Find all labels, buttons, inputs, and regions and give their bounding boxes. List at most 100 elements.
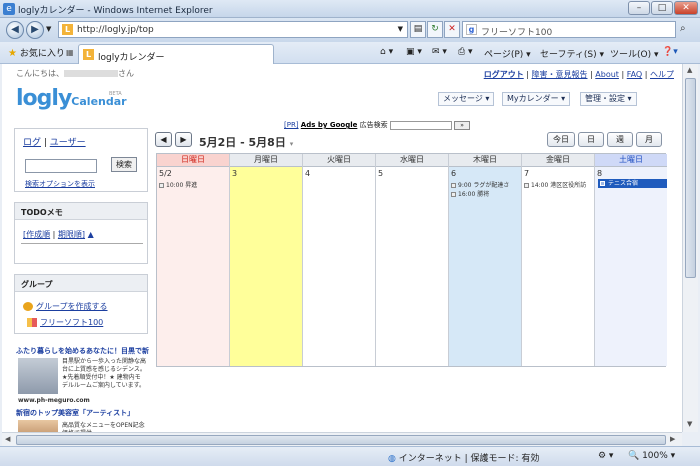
ads-by-google-link[interactable]: Ads by Google: [301, 121, 358, 129]
logly-logo[interactable]: loglyCalendar BETA: [16, 86, 127, 111]
page-icon: L: [62, 24, 73, 35]
event[interactable]: 16:00 勝将: [451, 189, 489, 198]
day-column-saturday[interactable]: 土曜日 8 テニス合宿: [595, 154, 667, 366]
day-number: 4: [305, 169, 311, 178]
ad-search-button[interactable]: »: [454, 120, 471, 130]
event-icon: [524, 183, 529, 188]
help-icon[interactable]: ❓▾: [662, 47, 678, 57]
expand-triangle-icon[interactable]: ▲: [88, 230, 94, 239]
page-menu[interactable]: ページ(P) ▾: [484, 47, 531, 60]
tab-label: loglyカレンダー: [98, 53, 165, 63]
event-icon: [600, 181, 605, 186]
event[interactable]: 14:00 港区区役所訪: [524, 180, 586, 189]
tabs-grid-icon[interactable]: ▦: [66, 48, 74, 57]
forward-arrow-icon[interactable]: ▶: [26, 21, 44, 39]
log-link[interactable]: ログ: [23, 138, 41, 148]
stop-icon[interactable]: ✕: [444, 21, 460, 38]
zoom-control[interactable]: 🔍 100% ▾: [628, 451, 675, 461]
event[interactable]: 9:00 ラグが配達さ: [451, 180, 509, 189]
search-field[interactable]: g フリーソフト100: [462, 21, 676, 38]
ad-search-input[interactable]: [389, 120, 452, 130]
greeting: こんにちは、 さん: [16, 69, 134, 78]
group-item-link[interactable]: フリーソフト100: [40, 318, 103, 327]
compat-view-icon[interactable]: ▤: [410, 21, 426, 38]
day-number: 3: [232, 169, 238, 178]
report-link[interactable]: 障害・意見報告: [532, 70, 588, 79]
tools-menu[interactable]: ツール(O) ▾: [610, 47, 659, 60]
scroll-up-icon[interactable]: ▲: [687, 66, 692, 74]
ad-title-1[interactable]: ふたり暮らしを始めるあなたに！目黒で新: [16, 346, 149, 356]
settings-gear-icon[interactable]: ⚙ ▾: [598, 451, 613, 461]
event-icon: [451, 183, 456, 188]
minimize-button[interactable]: –: [628, 1, 650, 15]
sort-deadline-link[interactable]: 期限順]: [58, 230, 85, 239]
create-group-link[interactable]: グループを作成する: [36, 302, 108, 311]
sort-created-link[interactable]: [作成順: [23, 230, 50, 239]
view-week-button[interactable]: 週: [607, 132, 633, 147]
help-link[interactable]: ヘルプ: [650, 70, 674, 79]
view-today-button[interactable]: 今日: [547, 132, 575, 147]
next-week-button[interactable]: ▶: [175, 132, 192, 147]
ad-title-2[interactable]: 新宿のトップ美容室「アーティスト」: [16, 408, 134, 418]
todo-panel: TODOメモ [作成順 | 期限順] ▲: [14, 202, 148, 264]
maximize-button[interactable]: □: [651, 1, 673, 15]
ad-url-1[interactable]: www.ph-meguro.com: [18, 397, 90, 404]
day-column-monday[interactable]: 月曜日 3: [230, 154, 303, 366]
my-calendar-menu[interactable]: Myカレンダー ▾: [502, 92, 571, 106]
scroll-left-icon[interactable]: ◀: [5, 435, 10, 443]
day-column-sunday[interactable]: 日曜日 5/2 10:00 昇進: [157, 154, 230, 366]
search-icon[interactable]: ⌕: [680, 23, 686, 34]
safety-menu[interactable]: セーフティ(S) ▾: [540, 47, 604, 60]
top-links: ログアウト | 障害・意見報告 | About | FAQ | ヘルプ: [483, 70, 674, 79]
group-icon: [27, 318, 37, 327]
scroll-right-icon[interactable]: ▶: [670, 435, 675, 443]
pr-link[interactable]: [PR]: [284, 121, 299, 129]
settings-menu[interactable]: 管理・設定 ▾: [580, 92, 637, 106]
zone-status[interactable]: ◍ インターネット | 保護モード: 有効: [388, 451, 539, 464]
view-month-button[interactable]: 月: [636, 132, 662, 147]
group-item[interactable]: フリーソフト100: [27, 317, 103, 328]
login-links: ログ | ユーザー: [23, 138, 86, 148]
day-column-thursday[interactable]: 木曜日 6 9:00 ラグが配達さ 16:00 勝将: [449, 154, 522, 366]
refresh-icon[interactable]: ↻: [427, 21, 443, 38]
log-search-input[interactable]: [25, 159, 97, 173]
day-header: 火曜日: [303, 154, 375, 167]
url-field[interactable]: L http://logly.jp/top ▼: [58, 21, 408, 38]
day-column-friday[interactable]: 金曜日 7 14:00 港区区役所訪: [522, 154, 595, 366]
print-icon[interactable]: ⎙ ▾: [458, 47, 473, 57]
vertical-scrollbar[interactable]: ▲ ▼: [682, 64, 698, 432]
ie-icon: e: [3, 3, 15, 15]
faq-link[interactable]: FAQ: [627, 70, 643, 79]
day-column-tuesday[interactable]: 火曜日 4: [303, 154, 376, 366]
ad-search-label: 広告検索: [359, 121, 388, 129]
scroll-down-icon[interactable]: ▼: [687, 420, 692, 428]
view-day-button[interactable]: 日: [578, 132, 604, 147]
ad-image-1[interactable]: [18, 358, 58, 394]
event[interactable]: 10:00 昇進: [159, 180, 197, 189]
back-arrow-icon[interactable]: ◀: [6, 21, 24, 39]
mail-icon[interactable]: ✉ ▾: [432, 47, 447, 57]
search-options-link[interactable]: 検索オプションを表示: [25, 179, 95, 189]
scroll-thumb[interactable]: [16, 435, 666, 445]
about-link[interactable]: About: [595, 70, 619, 79]
create-group-item[interactable]: グループを作成する: [23, 301, 108, 312]
close-button[interactable]: ✕: [674, 1, 698, 15]
home-icon[interactable]: ⌂ ▾: [380, 47, 393, 57]
range-dropdown-icon[interactable]: ▾: [290, 140, 294, 148]
favorites-button[interactable]: ★ お気に入り: [8, 46, 65, 59]
message-menu[interactable]: メッセージ ▾: [438, 92, 495, 106]
ad-image-2[interactable]: [18, 420, 58, 432]
tab-logly[interactable]: L loglyカレンダー: [78, 44, 274, 64]
history-dropdown-icon[interactable]: ▼: [46, 25, 51, 33]
scroll-thumb[interactable]: [685, 78, 696, 278]
prev-week-button[interactable]: ◀: [155, 132, 172, 147]
day-column-wednesday[interactable]: 水曜日 5: [376, 154, 449, 366]
allday-event[interactable]: テニス合宿: [598, 179, 667, 188]
user-link[interactable]: ユーザー: [50, 138, 86, 148]
feeds-icon[interactable]: ▣ ▾: [406, 47, 422, 57]
search-button[interactable]: 検索: [111, 157, 137, 172]
logout-link[interactable]: ログアウト: [484, 70, 524, 79]
horizontal-scrollbar[interactable]: ◀ ▶: [2, 432, 682, 446]
url-dropdown-icon[interactable]: ▼: [398, 25, 403, 33]
week-calendar: 日曜日 5/2 10:00 昇進 月曜日 3 火曜日 4 水曜日 5 木曜日 6…: [156, 153, 667, 367]
